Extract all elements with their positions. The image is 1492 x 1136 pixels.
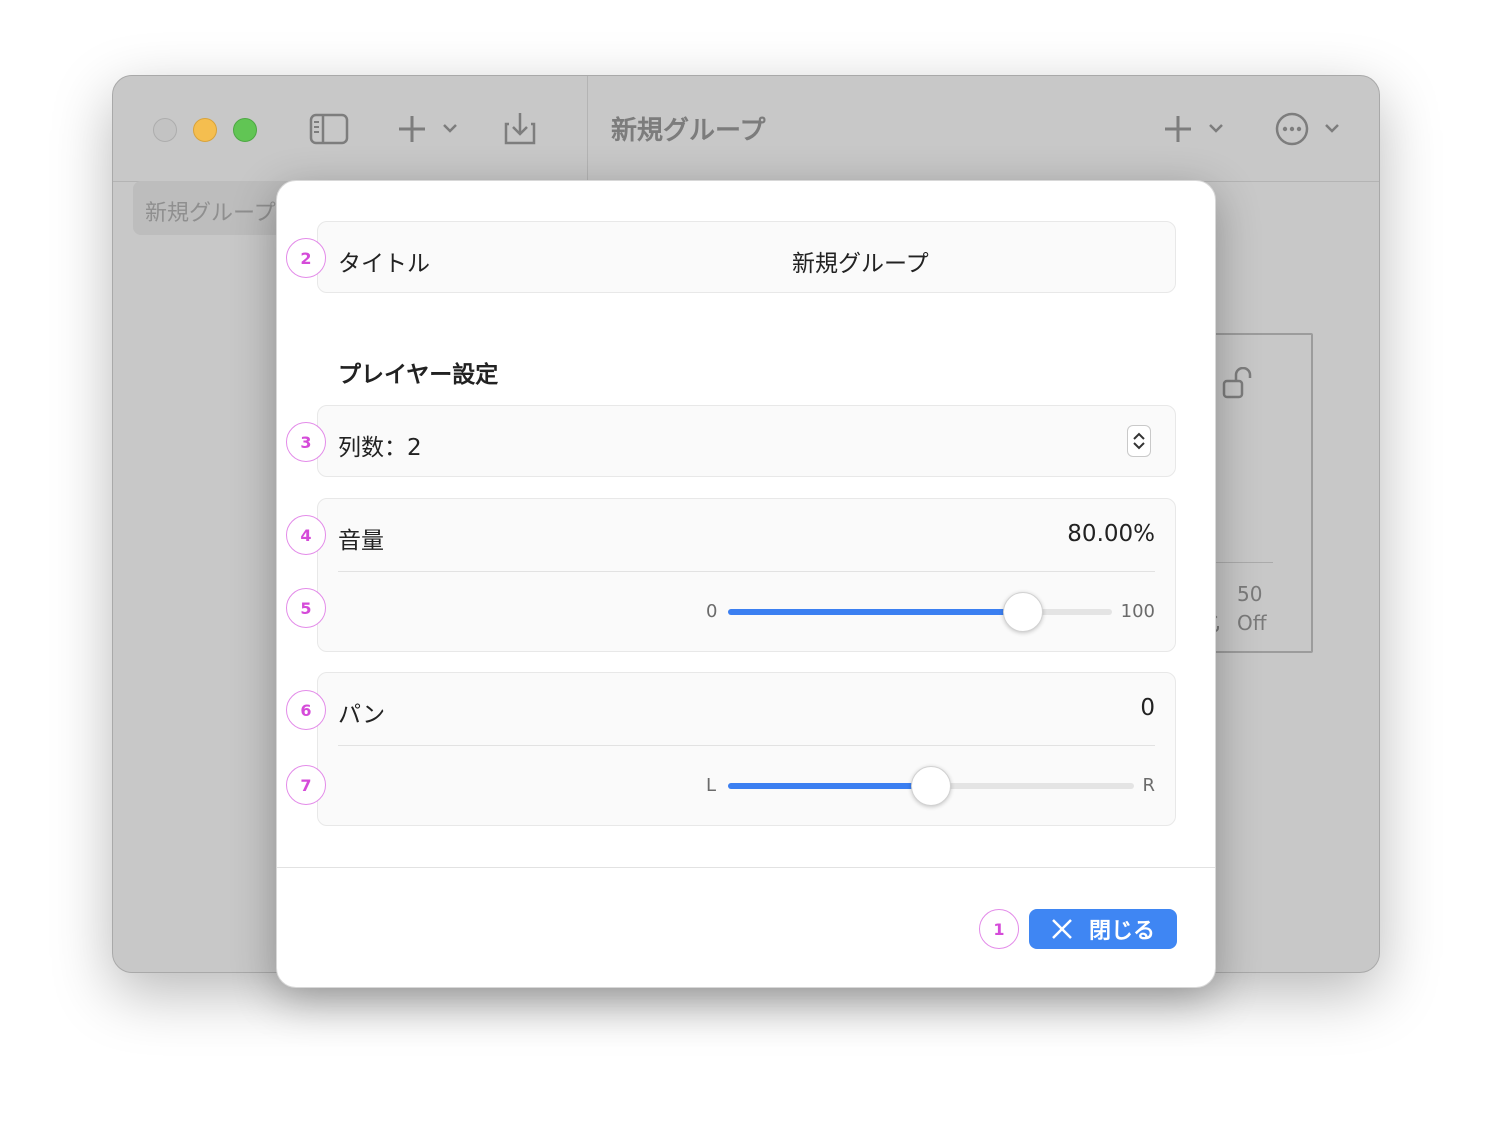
badge-6: 6 xyxy=(286,690,326,730)
player-settings-heading: プレイヤー設定 xyxy=(338,362,499,388)
close-button[interactable]: 閉じる xyxy=(1029,909,1177,949)
close-icon xyxy=(1052,919,1072,939)
footer-divider xyxy=(277,867,1215,868)
pan-left-label: L xyxy=(706,775,717,796)
sidebar-divider xyxy=(587,76,588,182)
add-item-menu-icon[interactable] xyxy=(1163,114,1227,144)
volume-divider xyxy=(338,571,1155,572)
sidebar-toggle-icon[interactable] xyxy=(309,113,349,145)
badge-4: 4 xyxy=(286,515,326,555)
volume-label: 音量 xyxy=(338,528,384,554)
title-label: タイトル xyxy=(338,251,430,277)
badge-5: 5 xyxy=(286,588,326,628)
title-row: タイトル 新規グループ xyxy=(317,221,1176,293)
pan-slider-knob[interactable] xyxy=(911,766,951,806)
close-button-label: 閉じる xyxy=(1088,919,1155,944)
import-icon[interactable] xyxy=(503,110,537,146)
badge-1: 1 xyxy=(979,909,1019,949)
volume-max-label: 100 xyxy=(1120,601,1155,622)
badge-2: 2 xyxy=(286,238,326,278)
card-volume-value: 50 xyxy=(1237,582,1263,606)
window-title: 新規グループ xyxy=(611,116,766,146)
window-close-button[interactable] xyxy=(153,118,177,142)
add-menu-icon[interactable] xyxy=(397,114,461,144)
volume-group: 音量 80.00% 0 100 xyxy=(317,498,1176,652)
pan-slider-fill xyxy=(728,783,931,789)
volume-slider-knob[interactable] xyxy=(1003,592,1044,632)
volume-slider[interactable] xyxy=(728,592,1112,632)
columns-stepper[interactable] xyxy=(1127,425,1151,457)
card-repeat-value: Off xyxy=(1237,611,1267,635)
badge-3: 3 xyxy=(286,422,326,462)
chevron-down-icon[interactable] xyxy=(1132,441,1146,451)
pan-value: 0 xyxy=(1140,695,1155,721)
columns-row: 列数：2 xyxy=(317,405,1176,477)
volume-value: 80.00% xyxy=(1067,521,1155,547)
toolbar: 新規グループ xyxy=(113,76,1379,182)
window-zoom-button[interactable] xyxy=(233,118,257,142)
volume-min-label: 0 xyxy=(706,601,718,622)
volume-slider-fill xyxy=(728,609,1024,615)
pan-divider xyxy=(338,745,1155,746)
chevron-up-icon[interactable] xyxy=(1132,431,1146,441)
group-settings-dialog: タイトル 新規グループ 2 プレイヤー設定 列数：2 3 音量 80.00% 0… xyxy=(276,180,1216,988)
pan-label: パン xyxy=(338,702,386,728)
pan-group: パン 0 L R xyxy=(317,672,1176,826)
window-minimize-button[interactable] xyxy=(193,118,217,142)
badge-7: 7 xyxy=(286,765,326,805)
more-menu-icon[interactable] xyxy=(1275,112,1345,146)
title-field[interactable]: 新規グループ xyxy=(792,244,929,278)
unlocked-lock-icon[interactable] xyxy=(1221,367,1257,401)
pan-right-label: R xyxy=(1142,775,1155,796)
pan-slider[interactable] xyxy=(728,766,1134,806)
columns-label: 列数：2 xyxy=(338,435,422,461)
